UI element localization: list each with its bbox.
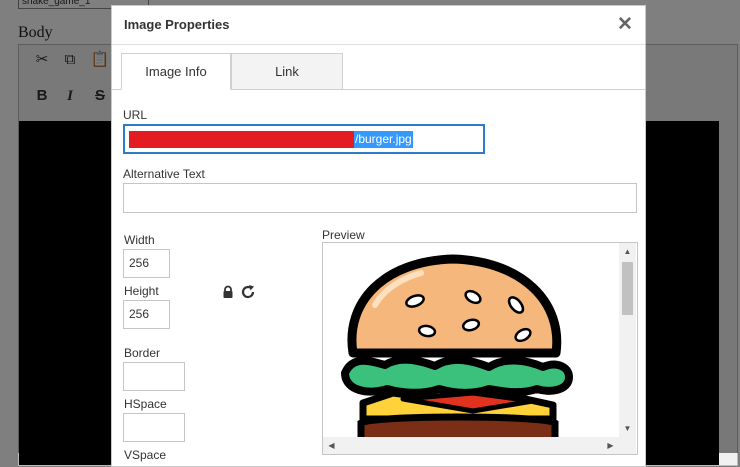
preview-vertical-scrollbar[interactable]: ▲ ▼ xyxy=(619,243,636,437)
tab-bar: Image Info Link xyxy=(112,53,645,90)
url-input[interactable]: /burger.jpg xyxy=(123,124,485,154)
url-selected-text: /burger.jpg xyxy=(354,131,413,148)
scroll-right-arrow-icon[interactable]: ▶ xyxy=(602,437,619,454)
height-input[interactable]: 256 xyxy=(123,300,170,329)
lock-icon[interactable] xyxy=(221,285,235,299)
dialog-title: Image Properties xyxy=(124,17,230,32)
preview-label: Preview xyxy=(322,228,365,242)
preview-scroll-thumb[interactable] xyxy=(622,262,633,315)
reset-icon[interactable] xyxy=(240,284,256,300)
image-properties-dialog: Image Properties ✕ Image Info Link URL /… xyxy=(111,5,646,467)
scrollbar-corner xyxy=(619,437,636,454)
border-label: Border xyxy=(124,346,161,360)
tab-image-info[interactable]: Image Info xyxy=(121,53,231,90)
scroll-down-arrow-icon[interactable]: ▼ xyxy=(619,420,636,437)
height-label: Height xyxy=(124,284,159,298)
dialog-header: Image Properties ✕ xyxy=(112,6,645,45)
scroll-left-arrow-icon[interactable]: ◀ xyxy=(323,437,340,454)
border-input[interactable] xyxy=(123,362,185,391)
tab-link[interactable]: Link xyxy=(231,53,343,90)
alt-text-label: Alternative Text xyxy=(123,167,205,181)
url-label: URL xyxy=(123,108,148,122)
preview-pane: ▲ ▼ ◀ ▶ xyxy=(322,242,638,455)
width-label: Width xyxy=(124,233,155,247)
vspace-label: VSpace xyxy=(124,448,167,462)
preview-horizontal-scrollbar[interactable]: ◀ ▶ xyxy=(323,437,619,454)
close-icon[interactable]: ✕ xyxy=(614,14,636,36)
burger-image xyxy=(341,254,573,437)
width-input[interactable]: 256 xyxy=(123,249,170,278)
alt-text-input[interactable] xyxy=(123,183,637,213)
hspace-input[interactable] xyxy=(123,413,185,442)
hspace-label: HSpace xyxy=(124,397,167,411)
scroll-up-arrow-icon[interactable]: ▲ xyxy=(619,243,636,260)
redacted-url-part xyxy=(129,131,354,148)
